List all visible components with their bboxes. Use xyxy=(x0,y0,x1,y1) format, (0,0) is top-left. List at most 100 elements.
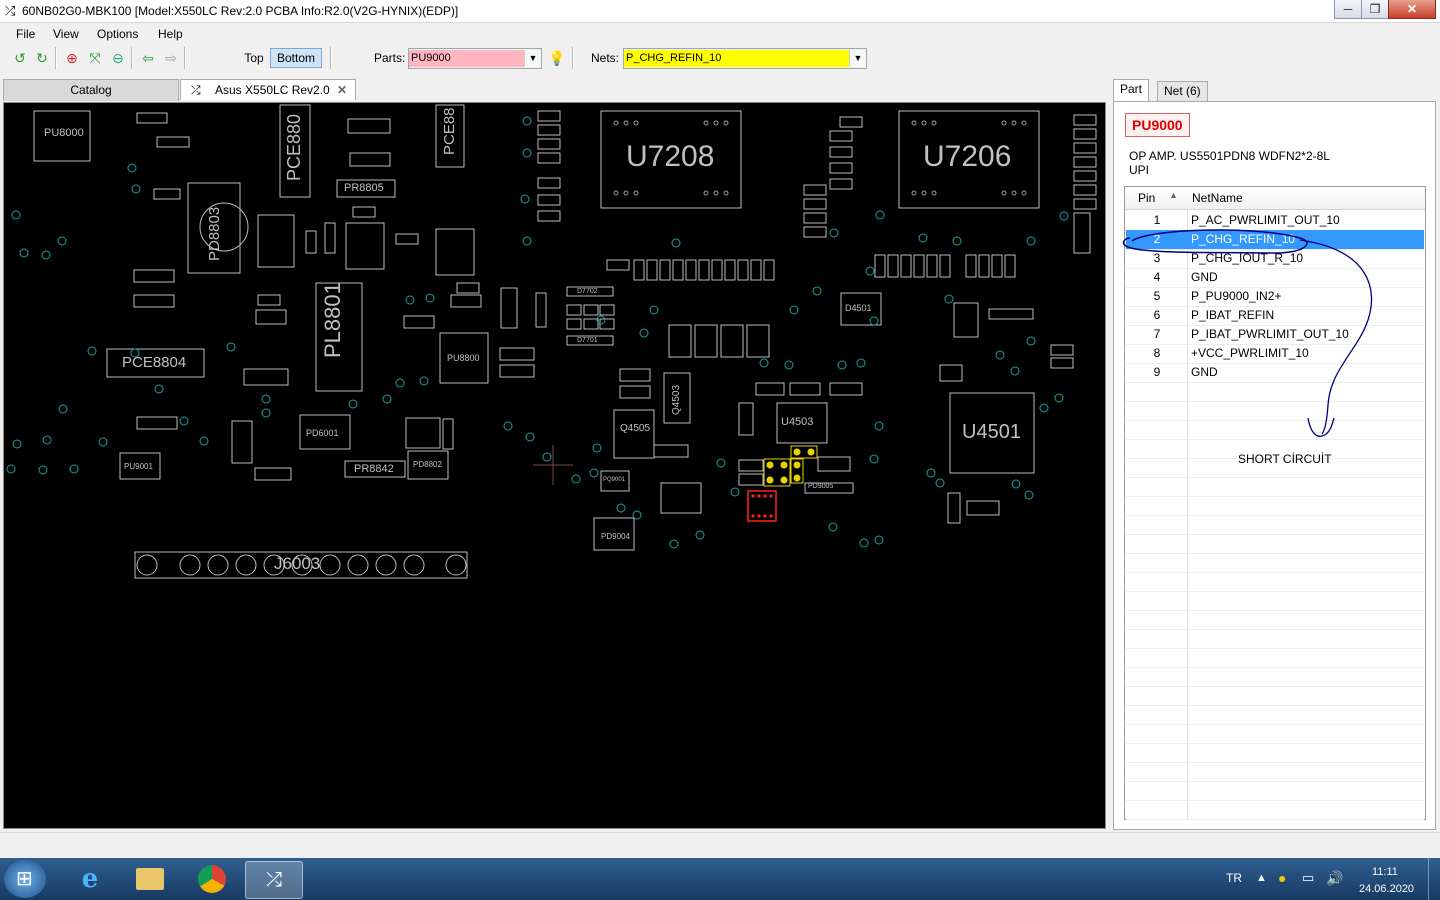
chevron-down-icon[interactable]: ▼ xyxy=(849,50,866,67)
empty-row xyxy=(1126,477,1424,497)
label-u4501: U4501 xyxy=(962,421,1021,443)
empty-row xyxy=(1126,743,1424,763)
shuffle-icon: ⤮ xyxy=(266,868,282,891)
title-bar: ⤮ 60NB02G0-MBK100 [Model:X550LC Rev:2.0 … xyxy=(0,0,1440,23)
label-u4503: U4503 xyxy=(781,416,814,428)
part-description: OP AMP. US5501PDN8 WDFN2*2-8L UPI xyxy=(1129,149,1409,177)
clock-time[interactable]: 11:11 xyxy=(1372,866,1398,878)
network-icon[interactable]: ▭ xyxy=(1302,870,1314,886)
empty-row xyxy=(1126,667,1424,687)
label-d7701: D7701 xyxy=(577,337,598,344)
label-pu8000: PU8000 xyxy=(44,127,84,139)
status-bar xyxy=(0,832,1440,859)
label-pd8802: PD8802 xyxy=(413,460,442,469)
empty-row xyxy=(1126,648,1424,668)
app-shuffle-icon: ⤮ xyxy=(5,3,16,18)
rotate-left-icon[interactable]: ↺ xyxy=(12,50,28,66)
short-circuit-note: SHORT CİRCUİT xyxy=(1238,452,1332,466)
tab-net[interactable]: Net (6) xyxy=(1157,81,1208,101)
zoom-in-icon[interactable]: ⊕ xyxy=(64,50,80,66)
empty-row xyxy=(1126,762,1424,782)
back-arrow-icon[interactable]: ⇦ xyxy=(140,50,156,66)
tray-expand-icon[interactable]: ▲ xyxy=(1256,872,1267,884)
empty-row xyxy=(1126,496,1424,516)
menu-file[interactable]: File xyxy=(16,27,35,41)
clock-date[interactable]: 24.06.2020 xyxy=(1359,883,1414,895)
cursor-crosshair xyxy=(533,445,573,485)
tab-close-icon[interactable]: ✕ xyxy=(337,80,347,101)
label-pce880: PCE880 xyxy=(284,113,304,181)
empty-row xyxy=(1126,629,1424,649)
col-netname-header[interactable]: NetName xyxy=(1192,191,1243,205)
empty-row xyxy=(1126,686,1424,706)
menu-view[interactable]: View xyxy=(53,27,79,41)
label-pd9004: PD9004 xyxy=(601,532,630,541)
parts-value[interactable]: PU9000 xyxy=(409,50,524,67)
empty-row xyxy=(1126,705,1424,725)
lightbulb-icon[interactable]: 💡 xyxy=(548,50,565,66)
minimize-button[interactable]: ─ xyxy=(1334,0,1362,19)
parts-label: Parts: xyxy=(374,51,406,65)
rotate-right-icon[interactable]: ↻ xyxy=(34,50,50,66)
close-button[interactable]: ✕ xyxy=(1388,0,1436,19)
description-line-1: OP AMP. US5501PDN8 WDFN2*2-8L xyxy=(1129,149,1330,163)
empty-row xyxy=(1126,610,1424,630)
windows-logo-icon: ⊞ xyxy=(16,868,33,890)
maximize-button[interactable]: ❐ xyxy=(1361,0,1389,19)
zoom-out-icon[interactable]: ⊖ xyxy=(110,50,126,66)
col-pin-header[interactable]: Pin xyxy=(1138,191,1155,205)
label-q4505: Q4505 xyxy=(620,423,651,434)
empty-row xyxy=(1126,534,1424,554)
tab-board[interactable]: ⤮ Asus X550LC Rev2.0 ✕ xyxy=(180,79,356,100)
handdrawn-annotation xyxy=(1122,229,1373,437)
nets-combo[interactable]: P_CHG_REFIN_10 ▼ xyxy=(623,48,867,69)
top-side-button[interactable]: Top xyxy=(240,49,268,67)
chevron-down-icon[interactable]: ▼ xyxy=(524,50,541,67)
menu-options[interactable]: Options xyxy=(97,27,138,41)
menu-help[interactable]: Help xyxy=(158,27,183,41)
description-line-2: UPI xyxy=(1129,163,1150,177)
label-pr8805: PR8805 xyxy=(344,182,384,194)
label-j6003: J6003 xyxy=(274,554,321,573)
board-view[interactable]: U7208 U7206 U4501 PL8801 PCE8804 PD8803 … xyxy=(3,102,1106,829)
language-indicator[interactable]: TR xyxy=(1226,871,1242,885)
label-pu9001: PU9001 xyxy=(124,462,153,471)
empty-row xyxy=(1126,572,1424,592)
menu-bar: File View Options Help xyxy=(0,23,1440,44)
tab-part[interactable]: Part xyxy=(1113,79,1150,101)
label-pd6001: PD6001 xyxy=(306,428,339,438)
label-u7206: U7206 xyxy=(923,140,1012,173)
boardviewer-taskbar-button[interactable]: ⤮ xyxy=(245,861,303,899)
label-pce88: PCE88 xyxy=(441,107,458,155)
label-q4503: Q4503 xyxy=(671,384,682,415)
shuffle-icon: ⤮ xyxy=(191,83,201,97)
tab-catalog[interactable]: Catalog xyxy=(3,79,179,101)
empty-row xyxy=(1126,591,1424,611)
tray-app-icon[interactable]: ● xyxy=(1278,870,1286,886)
label-pd8803: PD8803 xyxy=(206,206,223,261)
sort-up-icon: ▲ xyxy=(1169,190,1178,200)
table-header: Pin ▲ NetName xyxy=(1125,187,1425,210)
label-u7208: U7208 xyxy=(626,140,715,173)
tab-board-label: Asus X550LC Rev2.0 xyxy=(215,83,330,97)
bottom-side-button[interactable]: Bottom xyxy=(270,48,322,68)
pd9001-outline xyxy=(660,482,702,514)
chrome-icon[interactable] xyxy=(184,861,240,897)
pcb-canvas xyxy=(6,104,1097,579)
show-desktop-button[interactable] xyxy=(1428,858,1440,900)
empty-row xyxy=(1126,553,1424,573)
part-name-badge: PU9000 xyxy=(1125,113,1190,137)
forward-arrow-icon[interactable]: ⇨ xyxy=(163,50,179,66)
file-explorer-icon[interactable] xyxy=(122,861,178,897)
label-pl8801: PL8801 xyxy=(320,282,345,358)
volume-icon[interactable]: 🔊 xyxy=(1326,870,1343,887)
internet-explorer-icon[interactable]: e xyxy=(62,861,118,897)
label-d4501: D4501 xyxy=(845,303,872,313)
nets-value[interactable]: P_CHG_REFIN_10 xyxy=(624,50,849,67)
parts-combo[interactable]: PU9000 ▼ xyxy=(408,48,542,69)
empty-row xyxy=(1126,724,1424,744)
label-pq9001: PQ9001 xyxy=(603,477,626,483)
label-pd9005: PD9005 xyxy=(808,483,834,490)
fit-view-icon[interactable]: ⤧ xyxy=(87,50,103,66)
nets-label: Nets: xyxy=(591,51,620,65)
